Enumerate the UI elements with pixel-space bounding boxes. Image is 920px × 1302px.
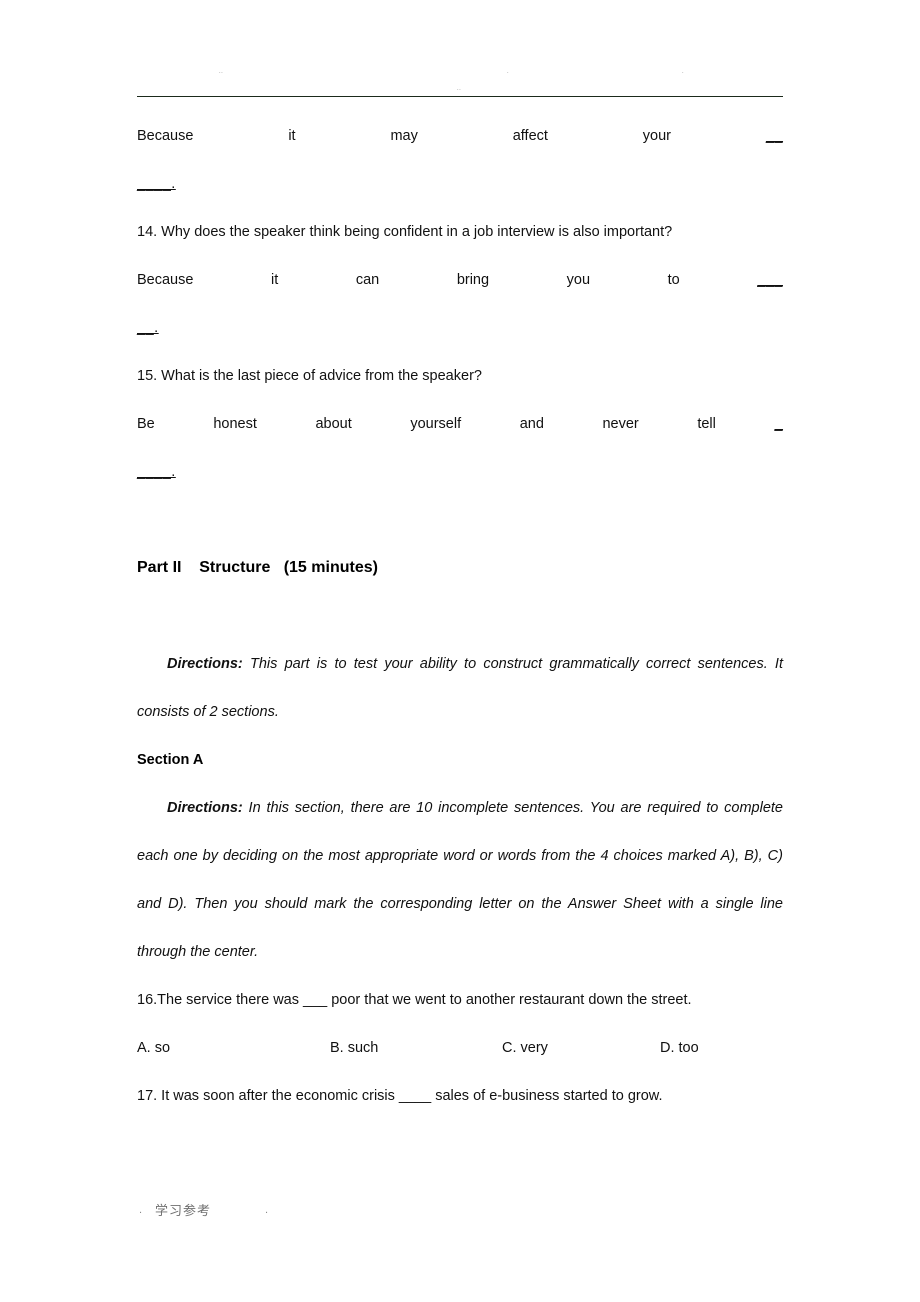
justify-gap [278,256,356,304]
answer-word: honest [213,416,257,432]
header-mark: · [507,70,510,76]
answer-line-q14: Because it can bring you to ___ [137,256,783,304]
answer-word: Be [137,416,155,432]
justify-gap [155,400,214,448]
justify-gap [590,256,668,304]
footer-dot-left: . [139,1204,143,1216]
answer-word: Because [137,272,194,288]
section-a-directions: Directions: In this section, there are 1… [137,784,783,976]
answer-word: your [642,128,672,144]
directions-label: Directions: [167,800,243,816]
answer-line-q14-wrap: __. [137,304,783,352]
question-15-text: 15. What is the last piece of advice fro… [137,368,482,384]
justify-gap [193,112,288,160]
justify-gap [544,400,603,448]
directions-body: In this section, there are 10 incomplete… [137,800,783,960]
answer-blank: __ [765,128,784,144]
answer-line-q13-wrap: ____. [137,160,783,208]
answer-word: Because [137,128,194,144]
page-header: ·· · · ·· [137,60,783,100]
answer-word: may [390,128,418,144]
justify-gap [548,112,643,160]
answer-word: yourself [410,416,462,432]
justify-gap [379,256,457,304]
answer-word: tell [697,416,716,432]
justify-gap [352,400,411,448]
answer-word: bring [456,272,490,288]
answer-word: it [271,272,279,288]
document-body: Because it may affect your __ ____. 14. … [137,112,783,1120]
header-mark: ·· [219,70,224,76]
justify-gap [193,256,271,304]
answer-blank-continued: ____. [137,176,176,192]
document-page: ·· · · ·· Because it may affect your __ … [0,0,920,1302]
justify-gap [296,112,391,160]
question-16-text: 16.The service there was ___ poor that w… [137,992,692,1008]
footer-dot-right: . [265,1204,269,1216]
header-mark: ·· [457,87,462,93]
answer-blank-continued: __. [137,320,159,336]
part-ii-directions: Directions: This part is to test your ab… [137,640,783,736]
header-divider-rule [137,96,783,97]
choice-c[interactable]: C. very [502,1024,548,1072]
answer-blank: ___ [757,272,783,288]
footer-label: 学习参考 [155,1204,212,1219]
answer-word: never [602,416,639,432]
vertical-spacer [137,592,783,640]
answer-word: about [315,416,352,432]
justify-gap [716,400,775,448]
directions-label: Directions: [167,656,243,672]
justify-gap [680,256,758,304]
justify-gap [418,112,513,160]
question-14-text: 14. Why does the speaker think being con… [137,224,673,240]
answer-word: you [566,272,591,288]
answer-blank: _ [774,416,784,432]
justify-gap [461,400,520,448]
justify-gap [489,256,567,304]
answer-line-q13: Because it may affect your __ [137,112,783,160]
choice-a[interactable]: A. so [137,1024,170,1072]
question-17-text: 17. It was soon after the economic crisi… [137,1088,663,1104]
justify-gap [671,112,766,160]
choice-b[interactable]: B. such [330,1024,378,1072]
answer-word: affect [512,128,548,144]
answer-line-q15: Be honest about yourself and never tell … [137,400,783,448]
vertical-spacer [137,496,783,544]
justify-gap [257,400,316,448]
answer-word: to [667,272,680,288]
question-16-choices: A. so B. such C. very D. too [137,1024,783,1072]
choice-d[interactable]: D. too [660,1024,699,1072]
section-a-heading: Section A [137,752,204,768]
header-mark: · [682,70,685,76]
answer-word: it [288,128,296,144]
answer-word: and [519,416,544,432]
answer-line-q15-wrap: ____. [137,448,783,496]
page-footer: . 学习参考 . [137,1198,783,1228]
answer-blank-continued: ____. [137,464,176,480]
part-ii-heading: Part II Structure (15 minutes) [137,559,378,576]
answer-word: can [355,272,380,288]
justify-gap [639,400,698,448]
